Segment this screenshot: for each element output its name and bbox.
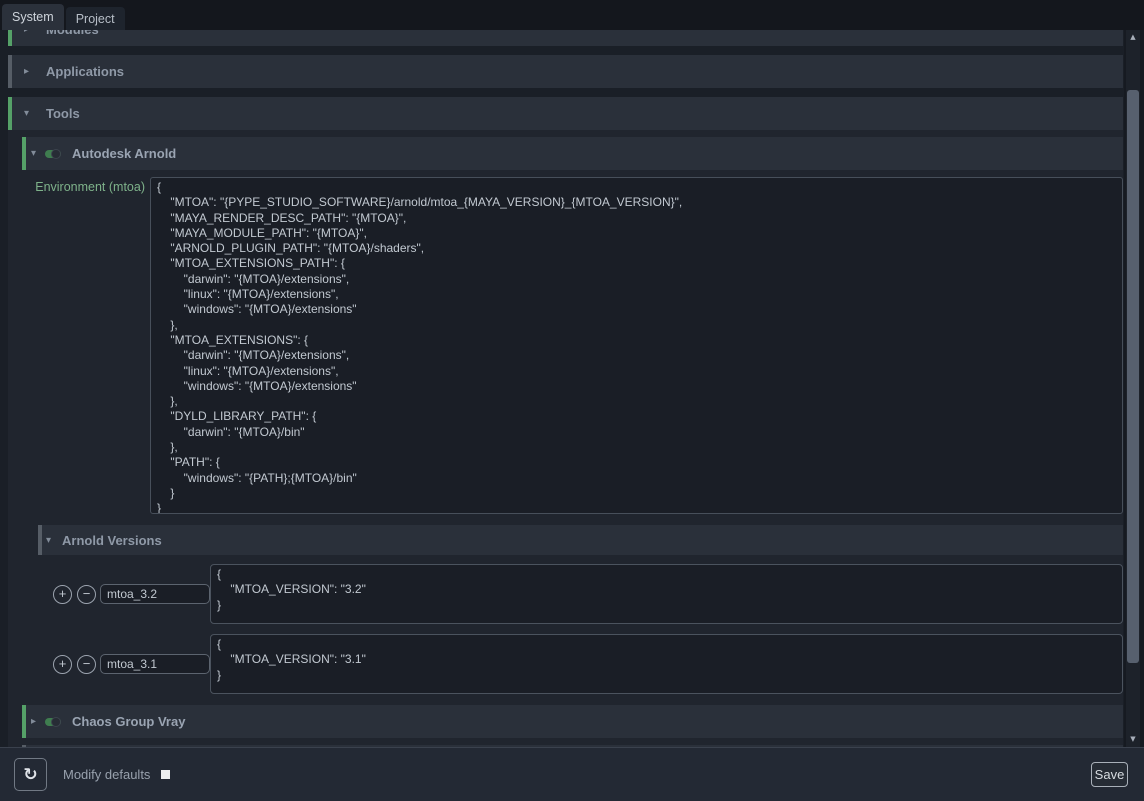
save-button[interactable]: Save [1091,762,1128,787]
group-title: Autodesk Arnold [72,146,176,161]
section-title: Modules [46,30,99,37]
toggle-knob-icon [51,149,61,159]
footer-bar: ↻ Modify defaults Save [0,747,1144,801]
group-title: Arnold Versions [62,533,162,548]
version-json-editor[interactable]: { "MTOA_VERSION": "3.2" } [210,564,1123,624]
environment-json-editor[interactable]: { "MTOA": "{PYPE_STUDIO_SOFTWARE}/arnold… [150,177,1123,514]
tab-project[interactable]: Project [66,7,125,30]
add-version-button[interactable]: + [53,585,72,604]
tab-bar: System Project [0,0,1144,30]
environment-label: Environment (mtoa) [22,177,145,514]
refresh-icon: ↻ [23,765,37,785]
arnold-enabled-toggle[interactable] [45,150,61,158]
environment-row: Environment (mtoa) { "MTOA": "{PYPE_STUD… [22,177,1123,514]
toggle-knob-icon [51,717,61,727]
group-header-chaos-group-vray[interactable]: ▸ Chaos Group Vray [22,705,1123,738]
remove-version-button[interactable]: − [77,585,96,604]
vray-enabled-toggle[interactable] [45,718,61,726]
version-name-input[interactable] [100,584,210,604]
refresh-button[interactable]: ↻ [14,758,47,791]
settings-window: System Project ▸ Modules ▸ Applications … [0,0,1144,801]
chevron-right-icon: ▸ [22,66,31,77]
settings-scroll-area: ▸ Modules ▸ Applications ▾ Tools ▾ Autod… [0,30,1124,747]
group-header-arnold-versions[interactable]: ▾ Arnold Versions [38,525,1123,555]
scrollbar-thumb[interactable] [1127,90,1139,663]
section-header-applications[interactable]: ▸ Applications [8,55,1123,88]
version-json-editor[interactable]: { "MTOA_VERSION": "3.1" } [210,634,1123,694]
chevron-right-icon: ▸ [29,716,38,727]
modify-defaults-checkbox[interactable] [161,770,170,779]
tab-project-label: Project [76,12,115,26]
remove-version-button[interactable]: − [77,655,96,674]
scroll-down-icon[interactable]: ▼ [1126,732,1140,747]
tab-system-label: System [12,10,54,24]
modify-defaults-label: Modify defaults [63,767,150,782]
chevron-right-icon: ▸ [22,30,31,35]
version-name-input[interactable] [100,654,210,674]
add-version-button[interactable]: + [53,655,72,674]
vertical-scrollbar[interactable]: ▲ ▼ [1126,30,1140,747]
scroll-up-icon[interactable]: ▲ [1126,30,1140,45]
chevron-down-icon: ▾ [29,148,38,159]
section-title: Tools [46,106,80,121]
section-header-tools[interactable]: ▾ Tools [8,97,1123,130]
version-row: + − { "MTOA_VERSION": "3.1" } [38,634,1123,694]
chevron-down-icon: ▾ [22,108,31,119]
section-header-modules[interactable]: ▸ Modules [8,30,1123,46]
tools-section-content: ▾ Autodesk Arnold Environment (mtoa) { "… [8,130,1123,747]
group-header-autodesk-arnold[interactable]: ▾ Autodesk Arnold [22,137,1123,170]
chevron-down-icon: ▾ [44,535,53,546]
arnold-versions-group: ▾ Arnold Versions + − { "MTOA_VERSION": … [38,525,1123,694]
version-row: + − { "MTOA_VERSION": "3.2" } [38,564,1123,624]
section-title: Applications [46,64,124,79]
tab-system[interactable]: System [2,4,64,30]
group-title: Chaos Group Vray [72,714,185,729]
